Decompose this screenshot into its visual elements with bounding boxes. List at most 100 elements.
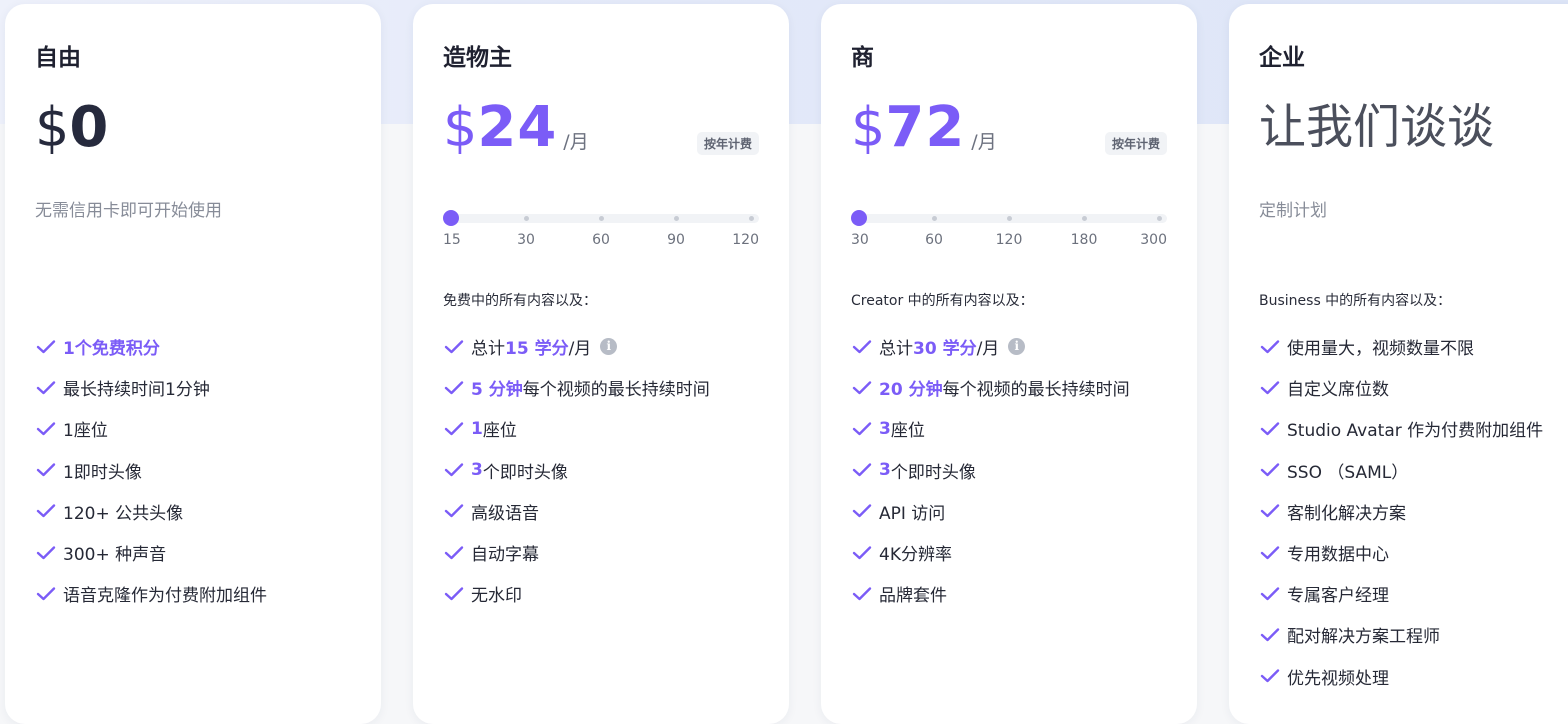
- feature-text: 300+ 种声音: [63, 545, 167, 566]
- slider-tick-label: 90: [667, 232, 685, 248]
- plan-price: $ 72 /月: [851, 96, 997, 160]
- feature-prefix: 总计: [879, 339, 913, 360]
- slider-tick[interactable]: [673, 216, 679, 221]
- feature-item: 配对解决方案工程师: [1259, 614, 1543, 655]
- feature-list: 总计 30 学分/月 i 20 分钟 每个视频的最长持续时间 3 座位 3 个即时头像 AP…: [851, 326, 1130, 614]
- feature-text: 专用数据中心: [1287, 545, 1389, 566]
- feature-item: 20 分钟 每个视频的最长持续时间: [851, 367, 1130, 408]
- feature-text: SSO （SAML）: [1287, 462, 1409, 483]
- slider-tick[interactable]: [931, 216, 937, 221]
- plan-price: 让我们谈谈: [1259, 96, 1494, 160]
- check-icon: [851, 339, 873, 355]
- slider-handle[interactable]: [851, 210, 867, 226]
- feature-text: API 访问: [879, 503, 946, 524]
- feature-text: 每个视频的最长持续时间: [942, 380, 1130, 401]
- check-icon: [1259, 462, 1281, 478]
- check-icon: [851, 503, 873, 519]
- slider-tick-label: 30: [517, 232, 535, 248]
- slider-tick[interactable]: [523, 216, 529, 221]
- plan-card-free: 自由 $ 0 无需信用卡即可开始使用 1个免费积分 最长持续时间1分钟 1座位 1即时…: [5, 4, 381, 724]
- feature-item: API 访问: [851, 491, 1130, 532]
- credits-slider[interactable]: 15 30 60 90 120: [443, 207, 759, 257]
- slider-tick[interactable]: [1006, 216, 1012, 221]
- credits-slider[interactable]: 30 60 120 180 300: [851, 207, 1167, 257]
- check-icon: [1259, 668, 1281, 684]
- plan-price: $ 0: [35, 96, 109, 160]
- check-icon: [443, 586, 465, 602]
- check-icon: [443, 503, 465, 519]
- feature-list: 使用量大，视频数量不限 自定义席位数 Studio Avatar 作为付费附加组件 S…: [1259, 326, 1543, 697]
- feature-text: 优先视频处理: [1287, 668, 1389, 689]
- check-icon: [443, 545, 465, 561]
- feature-highlight: 20 分钟: [879, 380, 943, 401]
- feature-item: 3 个即时头像: [443, 450, 710, 491]
- feature-text: 每个视频的最长持续时间: [522, 380, 710, 401]
- feature-highlight: 3: [879, 418, 891, 439]
- currency-symbol: $: [443, 96, 478, 159]
- feature-item: 总计 15 学分/月 i: [443, 326, 710, 367]
- price-period: /月: [971, 131, 997, 153]
- slider-tick-label: 120: [732, 232, 759, 248]
- feature-item: SSO （SAML）: [1259, 450, 1543, 491]
- slider-tick[interactable]: [1156, 216, 1162, 221]
- feature-item: 优先视频处理: [1259, 656, 1543, 697]
- feature-text: 1个免费积分: [63, 339, 160, 360]
- feature-text: 客制化解决方案: [1287, 503, 1406, 524]
- feature-list: 总计 15 学分/月 i 5 分钟 每个视频的最长持续时间 1 座位 3 个即时头像 高级语音…: [443, 326, 710, 614]
- slider-tick[interactable]: [1081, 216, 1087, 221]
- slider-tick-label: 120: [995, 232, 1023, 248]
- check-icon: [851, 462, 873, 478]
- check-icon: [851, 545, 873, 561]
- features-intro: Creator 中的所有内容以及：: [851, 293, 1034, 309]
- check-icon: [1259, 380, 1281, 396]
- feature-text: 配对解决方案工程师: [1287, 627, 1440, 648]
- plan-card-creator: 造物主 $ 24 /月 按年计费 15 30 60 90 120 免费中的所有内容以及：…: [413, 4, 789, 724]
- feature-item: 5 分钟 每个视频的最长持续时间: [443, 367, 710, 408]
- plan-card-business: 商 $ 72 /月 按年计费 30 60 120 180 300 Creator 中的所…: [821, 4, 1197, 724]
- feature-text: 自动字幕: [471, 545, 539, 566]
- feature-item: 总计 30 学分/月 i: [851, 326, 1130, 367]
- feature-item: 1个免费积分: [35, 326, 267, 367]
- feature-item: 自动字幕: [443, 532, 710, 573]
- feature-highlight: 5 分钟: [471, 380, 523, 401]
- feature-item: 4K分辨率: [851, 532, 1130, 573]
- check-icon: [35, 421, 57, 437]
- check-icon: [1259, 503, 1281, 519]
- slider-tick-label: 60: [925, 232, 943, 248]
- slider-tick[interactable]: [598, 216, 604, 221]
- check-icon: [35, 586, 57, 602]
- feature-text: 最长持续时间1分钟: [63, 380, 210, 401]
- check-icon: [1259, 545, 1281, 561]
- feature-item: 1即时头像: [35, 450, 267, 491]
- check-icon: [851, 421, 873, 437]
- feature-item: 3 座位: [851, 408, 1130, 449]
- feature-highlight: 15 学分: [505, 339, 569, 360]
- slider-tick[interactable]: [748, 216, 754, 221]
- feature-item: 自定义席位数: [1259, 367, 1543, 408]
- feature-highlight: 3: [471, 460, 483, 481]
- info-icon[interactable]: i: [600, 338, 618, 356]
- check-icon: [35, 380, 57, 396]
- feature-highlight: 1: [471, 418, 483, 439]
- plan-card-enterprise: 企业 让我们谈谈 定制计划 Business 中的所有内容以及： 使用量大，视频…: [1229, 4, 1568, 724]
- feature-text: 自定义席位数: [1287, 380, 1389, 401]
- currency-symbol: $: [35, 96, 70, 159]
- feature-text: 个即时头像: [482, 462, 568, 483]
- feature-item: 高级语音: [443, 491, 710, 532]
- feature-text: 1即时头像: [63, 462, 142, 483]
- feature-text: 120+ 公共头像: [63, 503, 184, 524]
- feature-text: 4K分辨率: [879, 545, 952, 566]
- info-icon[interactable]: i: [1008, 338, 1026, 356]
- feature-item: 1座位: [35, 408, 267, 449]
- feature-text: Studio Avatar 作为付费附加组件: [1287, 421, 1544, 442]
- feature-highlight: 30 学分: [913, 339, 977, 360]
- slider-handle[interactable]: [443, 210, 459, 226]
- plan-price: $ 24 /月: [443, 96, 589, 160]
- price-amount: 72: [885, 95, 966, 160]
- check-icon: [35, 339, 57, 355]
- feature-text: 座位: [890, 421, 925, 442]
- plan-name: 造物主: [443, 45, 512, 71]
- feature-item: 最长持续时间1分钟: [35, 367, 267, 408]
- feature-item: 语音克隆作为付费附加组件: [35, 573, 267, 614]
- slider-tick-label: 300: [1140, 232, 1167, 248]
